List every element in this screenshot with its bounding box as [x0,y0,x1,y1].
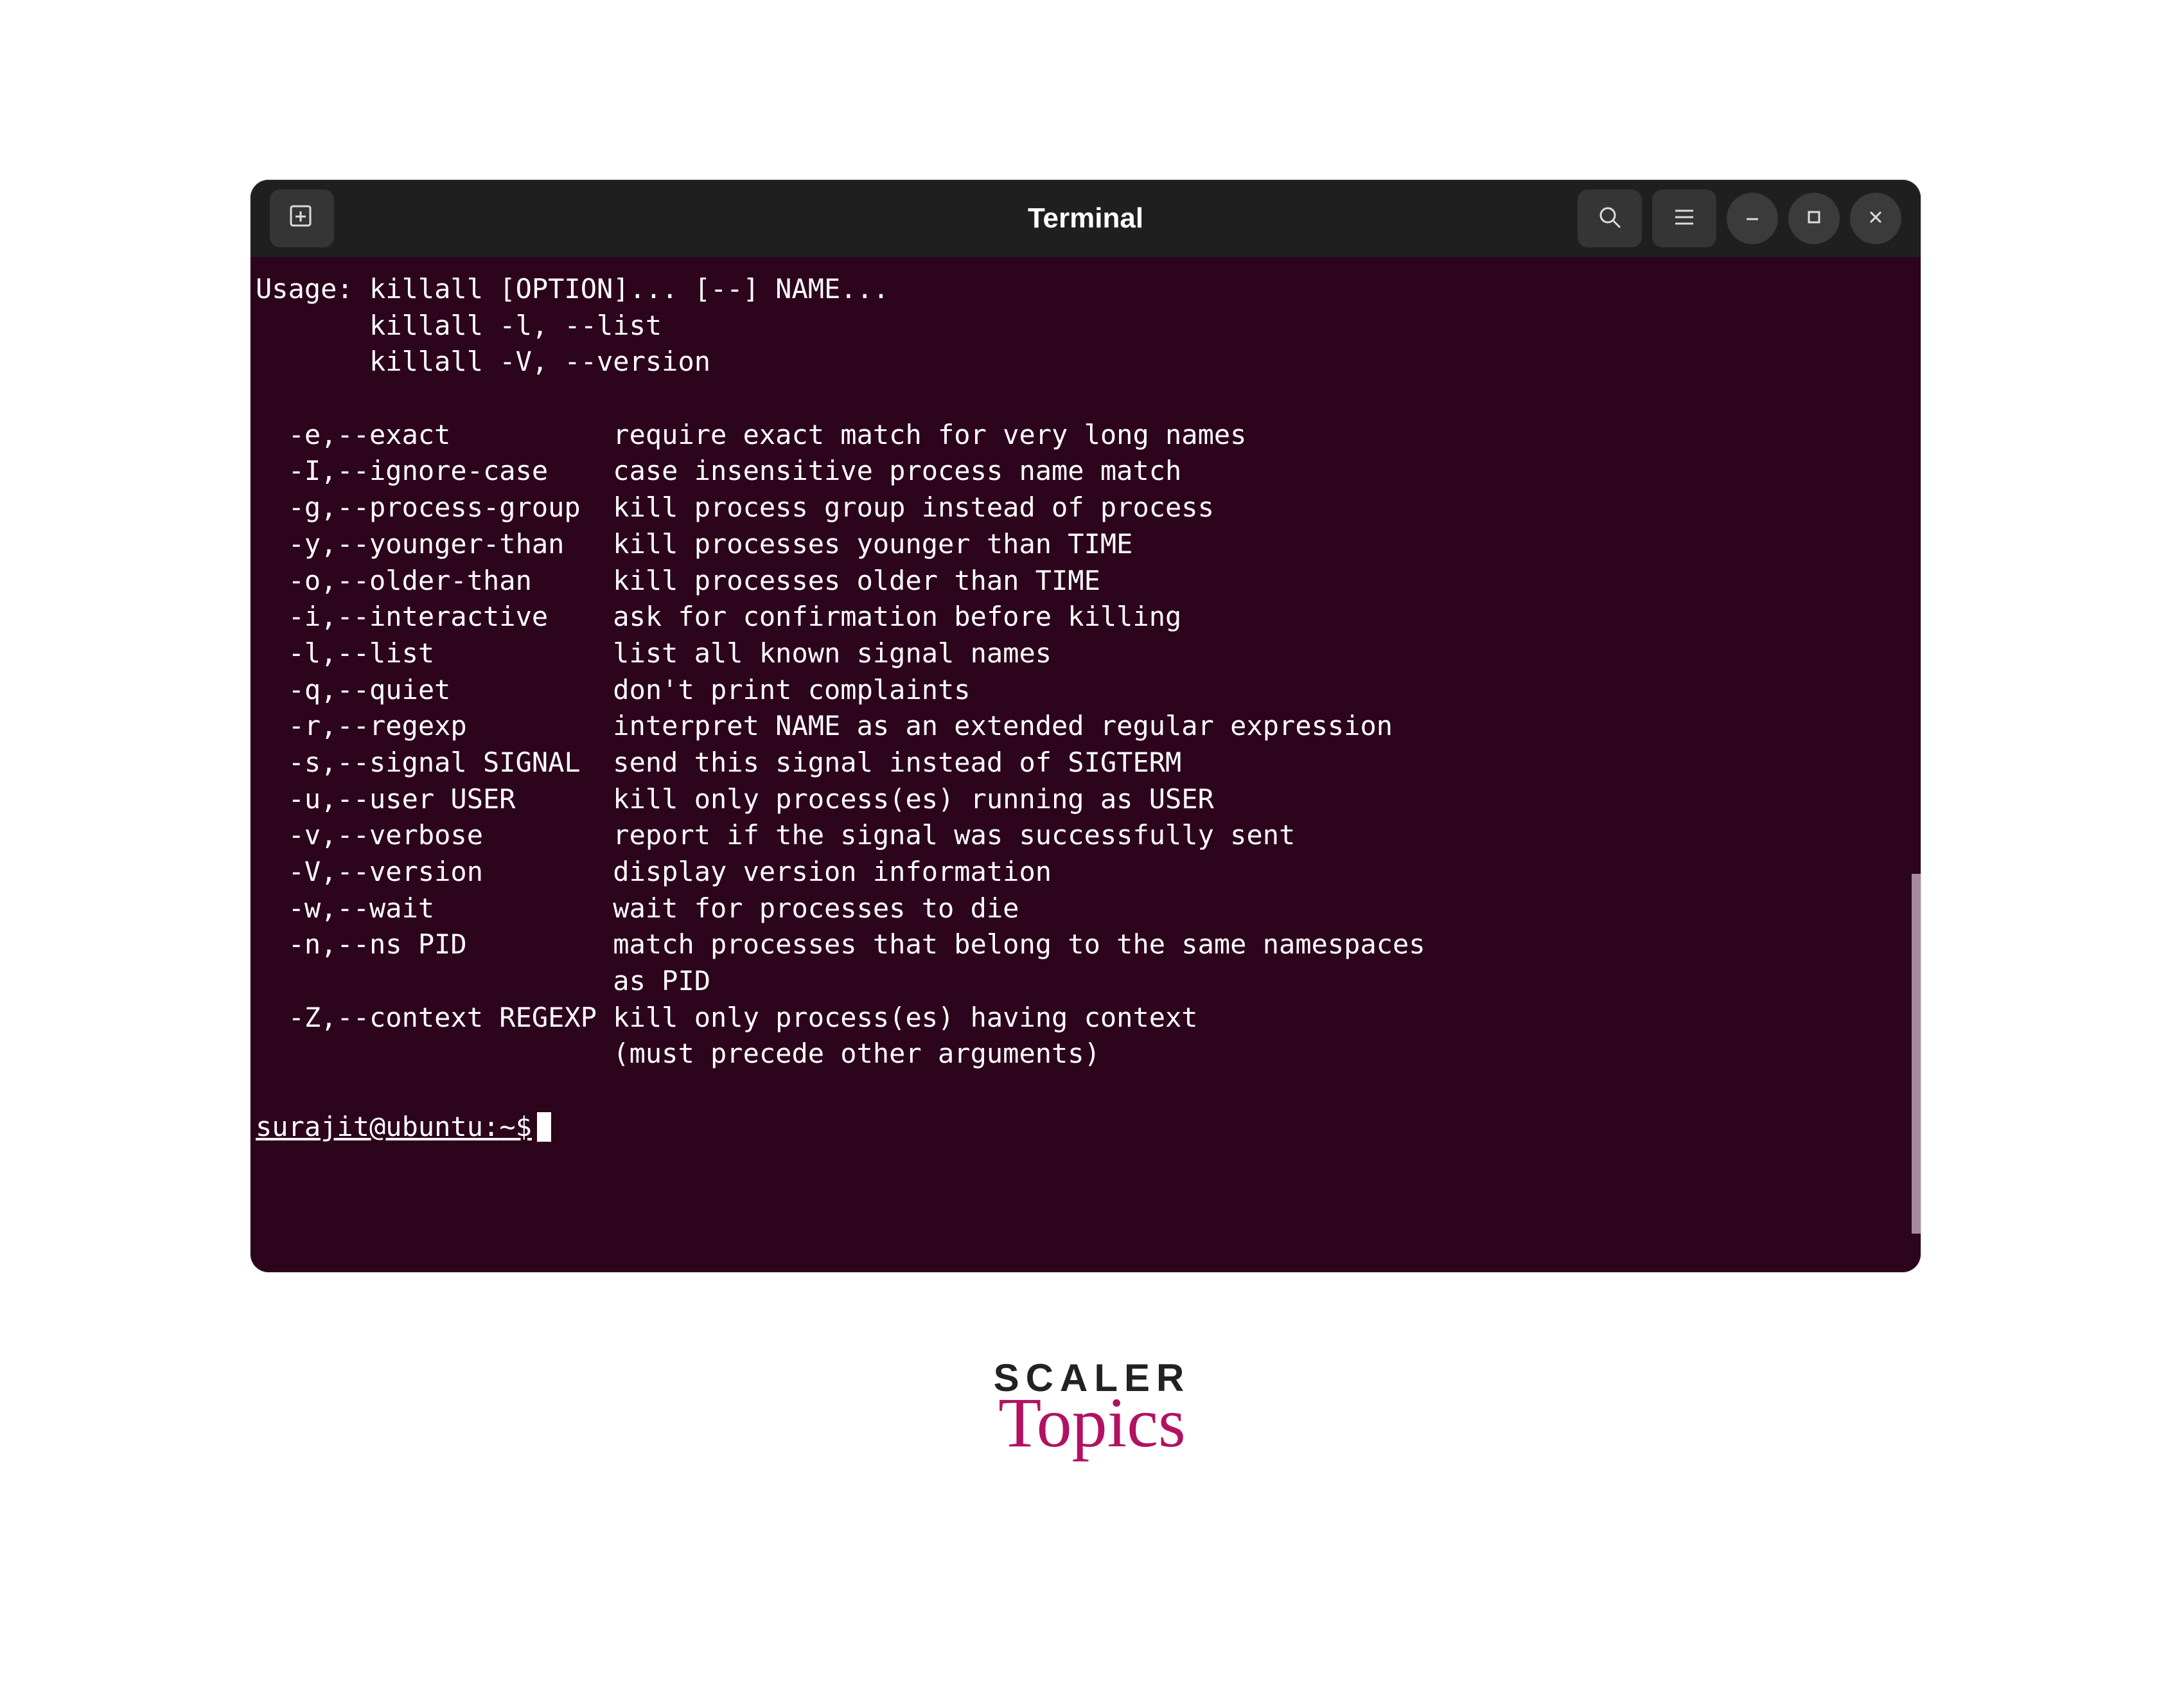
brand-logo: SCALER Topics [0,1356,2184,1464]
option-desc: ask for confirmation before killing [613,601,1181,632]
maximize-icon [1804,208,1824,230]
prompt-sep: : [483,1109,499,1146]
close-button[interactable] [1850,193,1901,244]
option-desc: (must precede other arguments) [613,1038,1100,1069]
option-row: -n,--ns PID match processes that belong … [256,928,1425,960]
terminal-window: Terminal [251,180,1921,1272]
option-desc: kill processes older than TIME [613,565,1100,596]
prompt-line: surajit@ubuntu:~$ [256,1109,1915,1146]
search-button[interactable] [1578,190,1642,247]
option-flag: -V,--version [256,856,613,887]
option-flag: -Z,--context REGEXP [256,1002,613,1033]
option-flag: -I,--ignore-case [256,455,613,486]
option-desc: case insensitive process name match [613,455,1181,486]
option-flag: -l,--list [256,637,613,669]
option-row: (must precede other arguments) [256,1038,1100,1069]
hamburger-icon [1671,204,1697,233]
usage-line-1: Usage: killall [OPTION]... [--] NAME... [256,273,889,305]
prompt-user: surajit@ubuntu [256,1109,483,1146]
minimize-icon [1743,208,1762,230]
menu-button[interactable] [1652,190,1716,247]
option-flag: -s,--signal SIGNAL [256,747,613,778]
option-row: -g,--process-group kill process group in… [256,492,1214,523]
option-flag: -q,--quiet [256,674,613,705]
option-desc: report if the signal was successfully se… [613,819,1295,851]
option-row: -Z,--context REGEXP kill only process(es… [256,1002,1198,1033]
option-flag: -u,--user USER [256,783,613,815]
option-flag: -e,--exact [256,419,613,450]
minimize-button[interactable] [1727,193,1778,244]
usage-line-2: killall -l, --list [256,310,662,341]
option-desc: list all known signal names [613,637,1052,669]
option-row: -u,--user USER kill only process(es) run… [256,783,1214,815]
option-row: -e,--exact require exact match for very … [256,419,1246,450]
option-desc: kill processes younger than TIME [613,528,1132,560]
titlebar: Terminal [251,180,1921,257]
usage-line-3: killall -V, --version [256,346,710,377]
option-row: -I,--ignore-case case insensitive proces… [256,455,1181,486]
option-row: as PID [256,965,710,997]
prompt-path: ~ [499,1109,515,1146]
option-row: -q,--quiet don't print complaints [256,674,971,705]
option-row: -s,--signal SIGNAL send this signal inst… [256,747,1181,778]
option-flag: -g,--process-group [256,492,613,523]
option-row: -r,--regexp interpret NAME as an extende… [256,710,1393,741]
prompt-sign: $ [516,1109,532,1146]
option-flag: -v,--verbose [256,819,613,851]
option-row: -w,--wait wait for processes to die [256,892,1019,924]
option-flag: -y,--younger-than [256,528,613,560]
option-row: -V,--version display version information [256,856,1052,887]
option-flag: -o,--older-than [256,565,613,596]
option-row: -y,--younger-than kill processes younger… [256,528,1132,560]
close-icon [1866,208,1885,230]
terminal-body[interactable]: Usage: killall [OPTION]... [--] NAME... … [251,257,1921,1152]
option-flag: -r,--regexp [256,710,613,741]
option-flag: -n,--ns PID [256,928,613,960]
option-desc: kill only process(es) having context [613,1002,1197,1033]
scrollbar[interactable] [1912,874,1921,1234]
option-desc: interpret NAME as an extended regular ex… [613,710,1393,741]
option-flag: -i,--interactive [256,601,613,632]
option-desc: as PID [613,965,710,997]
option-flag [256,965,613,997]
option-desc: kill process group instead of process [613,492,1214,523]
option-desc: kill only process(es) running as USER [613,783,1214,815]
option-row: -o,--older-than kill processes older tha… [256,565,1100,596]
maximize-button[interactable] [1788,193,1840,244]
option-flag [256,1038,613,1069]
option-desc: require exact match for very long names [613,419,1246,450]
option-row: -v,--verbose report if the signal was su… [256,819,1295,851]
option-row: -i,--interactive ask for confirmation be… [256,601,1181,632]
logo-line2: Topics [0,1382,2184,1464]
option-desc: send this signal instead of SIGTERM [613,747,1181,778]
titlebar-left [270,190,344,247]
titlebar-right [1578,190,1901,247]
option-flag: -w,--wait [256,892,613,924]
option-desc: match processes that belong to the same … [613,928,1425,960]
option-desc: display version information [613,856,1052,887]
option-row: -l,--list list all known signal names [256,637,1052,669]
new-tab-icon [287,202,317,235]
new-tab-button[interactable] [270,190,334,247]
option-desc: don't print complaints [613,674,970,705]
cursor [537,1112,551,1142]
option-desc: wait for processes to die [613,892,1019,924]
search-icon [1596,203,1624,235]
